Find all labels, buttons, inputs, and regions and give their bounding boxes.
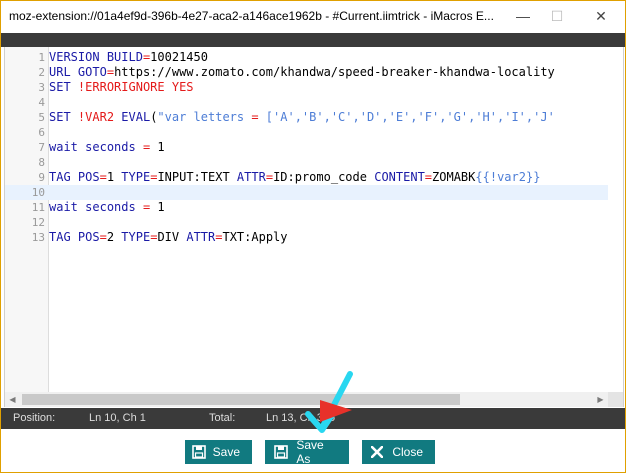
code-line[interactable]: 8	[5, 155, 608, 170]
scroll-left-icon[interactable]: ◀	[5, 392, 20, 407]
position-label: Position:	[13, 412, 56, 424]
floppy-disk-icon	[185, 445, 213, 459]
code-text: SET !ERRORIGNORE YES	[49, 80, 194, 94]
code-line[interactable]: 1 VERSION BUILD=10021450	[5, 50, 608, 65]
floppy-disk-icon	[265, 445, 296, 459]
code-line[interactable]: 4	[5, 95, 608, 110]
code-line[interactable]: 2 URL GOTO=https://www.zomato.com/khandwa…	[5, 65, 608, 80]
code-text: URL GOTO=https://www.zomato.com/khandwa/…	[49, 65, 555, 79]
line-number: 9	[38, 171, 45, 184]
code-line[interactable]: 9 TAG POS=1 TYPE=INPUT:TEXT ATTR=ID:promo…	[5, 170, 608, 185]
scroll-right-icon[interactable]: ▶	[593, 392, 608, 407]
save-button[interactable]: Save	[185, 440, 252, 464]
code-line[interactable]: 5 SET !VAR2 EVAL("var letters = ['A','B',…	[5, 110, 608, 125]
status-bar: Position: Ln 10, Ch 1 Total: Ln 13, Ch 3…	[1, 408, 625, 429]
horizontal-scrollbar[interactable]: ◀ ▶	[5, 392, 608, 407]
scrollbar-corner	[608, 392, 623, 407]
code-line[interactable]: 7 wait seconds = 1	[5, 140, 608, 155]
line-number: 1	[38, 51, 45, 64]
close-button[interactable]: Close	[362, 440, 435, 464]
vertical-scroll-area[interactable]	[608, 47, 623, 392]
imacros-editor-window: moz-extension://01a4ef9d-396b-4e27-aca2-…	[0, 0, 626, 473]
code-lines[interactable]: 1 VERSION BUILD=10021450 2 URL GOTO=https:/…	[5, 50, 608, 245]
line-number: 6	[38, 126, 45, 139]
line-number: 8	[38, 156, 45, 169]
total-value: Ln 13, Ch 356	[266, 412, 336, 424]
line-number: 11	[31, 201, 45, 214]
save-as-button[interactable]: Save As	[265, 438, 349, 466]
toolbar-strip	[1, 33, 625, 47]
code-text: wait seconds = 1	[49, 200, 165, 214]
line-number: 10	[31, 186, 45, 199]
save-as-button-label: Save As	[296, 438, 324, 466]
close-window-button[interactable]: ✕	[586, 5, 616, 27]
code-editor[interactable]: 1 VERSION BUILD=10021450 2 URL GOTO=https:/…	[4, 47, 624, 407]
line-number: 2	[38, 66, 45, 79]
code-text: TAG POS=2 TYPE=DIV ATTR=TXT:Apply	[49, 230, 288, 244]
position-value: Ln 10, Ch 1	[89, 412, 146, 424]
line-number: 3	[38, 81, 45, 94]
line-number: 4	[38, 96, 45, 109]
maximize-button[interactable]: ☐	[542, 5, 572, 27]
minimize-button[interactable]: —	[508, 5, 538, 27]
save-button-label: Save	[212, 445, 240, 459]
close-x-icon	[362, 446, 392, 458]
title-bar: moz-extension://01a4ef9d-396b-4e27-aca2-…	[1, 1, 625, 33]
code-line[interactable]: 11 wait seconds = 1	[5, 200, 608, 215]
close-button-label: Close	[392, 445, 423, 459]
total-label: Total:	[209, 412, 236, 424]
window-title: moz-extension://01a4ef9d-396b-4e27-aca2-…	[9, 9, 494, 23]
code-text: VERSION BUILD=10021450	[49, 50, 208, 64]
line-number: 13	[31, 231, 45, 244]
code-line[interactable]: 6	[5, 125, 608, 140]
code-text: TAG POS=1 TYPE=INPUT:TEXT ATTR=ID:promo_…	[49, 170, 541, 184]
line-number: 7	[38, 141, 45, 154]
line-number: 12	[31, 216, 45, 229]
code-line[interactable]: 12	[5, 215, 608, 230]
code-line[interactable]: 3 SET !ERRORIGNORE YES	[5, 80, 608, 95]
code-line[interactable]: 13 TAG POS=2 TYPE=DIV ATTR=TXT:Apply	[5, 230, 608, 245]
code-text: wait seconds = 1	[49, 140, 165, 154]
line-number: 5	[38, 111, 45, 124]
button-bar: Save Save As Close	[1, 429, 625, 472]
code-line[interactable]: 10	[5, 185, 608, 200]
code-text: SET !VAR2 EVAL("var letters = ['A','B','…	[49, 110, 555, 124]
horizontal-scroll-thumb[interactable]	[22, 394, 460, 405]
